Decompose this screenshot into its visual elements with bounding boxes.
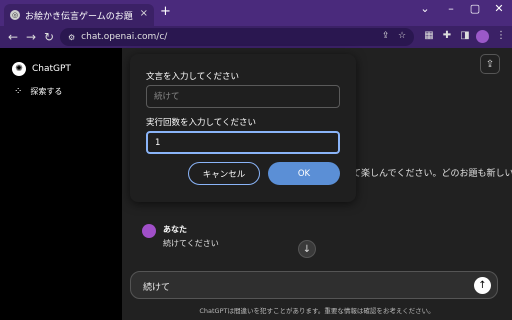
profile-avatar[interactable]	[476, 30, 489, 43]
brand-label: ChatGPT	[32, 64, 71, 74]
openai-logo-icon: ✺	[12, 62, 26, 76]
site-info-icon[interactable]: ⚙	[68, 33, 75, 42]
tab-title: お絵かき伝言ゲームのお題	[25, 11, 133, 22]
scroll-down-button[interactable]: ↓	[298, 240, 316, 258]
share-icon: ⇪	[485, 58, 495, 70]
explore-grid-icon: ⁘	[14, 86, 23, 97]
sidebar-item-explore[interactable]: ⁘ 探索する	[14, 86, 62, 97]
repeat-count-input[interactable]	[146, 131, 340, 154]
share-page-icon[interactable]: ⇪	[382, 31, 390, 41]
bookmark-star-icon[interactable]: ☆	[398, 31, 406, 41]
back-icon[interactable]: ←	[6, 30, 20, 44]
close-window-button[interactable]: ✕	[486, 2, 512, 15]
message-composer[interactable]: 続けて ↑	[130, 271, 498, 299]
close-tab-icon[interactable]: ×	[140, 8, 148, 19]
explore-label: 探索する	[30, 87, 63, 96]
user-avatar	[142, 224, 156, 238]
cancel-button[interactable]: キャンセル	[188, 162, 260, 185]
prompt-dialog: 文言を入力してください 実行回数を入力してください キャンセル OK	[130, 54, 356, 202]
tab-active[interactable]: ◎ お絵かき伝言ゲームのお題 ×	[4, 4, 154, 26]
phrase-input[interactable]	[146, 85, 340, 108]
phrase-label: 文言を入力してください	[146, 72, 239, 82]
extensions-puzzle-icon[interactable]: ✚	[440, 30, 454, 41]
minimize-button[interactable]: –	[438, 2, 464, 15]
share-button[interactable]: ⇪	[480, 54, 500, 74]
user-message-text: 続けてください	[163, 239, 219, 248]
maximize-button[interactable]: ▢	[462, 2, 488, 15]
forward-icon[interactable]: →	[24, 30, 38, 44]
send-button[interactable]: ↑	[474, 277, 491, 294]
tab-search-icon[interactable]: ⌄	[412, 2, 438, 15]
sidebar: ✺ ChatGPT ⁘ 探索する	[0, 48, 122, 320]
side-panel-icon[interactable]: ◨	[458, 30, 472, 41]
repeat-count-label: 実行回数を入力してください	[146, 118, 256, 128]
message-author: あなた	[163, 225, 187, 234]
reload-icon[interactable]: ↻	[42, 30, 56, 44]
assistant-message-text: て楽しんでください。どのお題も新しい	[352, 168, 512, 181]
ok-button[interactable]: OK	[268, 162, 340, 185]
arrow-down-icon: ↓	[302, 243, 312, 255]
tab-bar: ◎ お絵かき伝言ゲームのお題 × + ⌄ – ▢ ✕	[0, 0, 512, 26]
browser-window: ◎ お絵かき伝言ゲームのお題 × + ⌄ – ▢ ✕ ← → ↻ ⚙ chat.…	[0, 0, 512, 320]
assistant-line-1: て楽しんでください。どのお題も新しい	[352, 169, 512, 179]
disclaimer-text: ChatGPTは間違いを犯すことがあります。重要な情報は確認をお考えください。	[199, 307, 435, 315]
new-tab-button[interactable]: +	[160, 4, 171, 19]
menu-dots-icon[interactable]: ⋮	[494, 30, 508, 41]
composer-input[interactable]: 続けて	[143, 280, 170, 293]
arrow-up-icon: ↑	[478, 280, 487, 291]
chatgpt-favicon-icon: ◎	[10, 10, 20, 20]
url-text: chat.openai.com/c/	[81, 32, 168, 42]
extension-grid-icon[interactable]: ▦	[422, 30, 436, 41]
browser-toolbar: ← → ↻ ⚙ chat.openai.com/c/ ⇪ ☆ ▦ ✚ ◨ ⋮	[0, 26, 512, 48]
sidebar-brand[interactable]: ✺ ChatGPT	[12, 62, 71, 76]
address-bar[interactable]: ⚙ chat.openai.com/c/ ⇪ ☆	[60, 28, 414, 46]
